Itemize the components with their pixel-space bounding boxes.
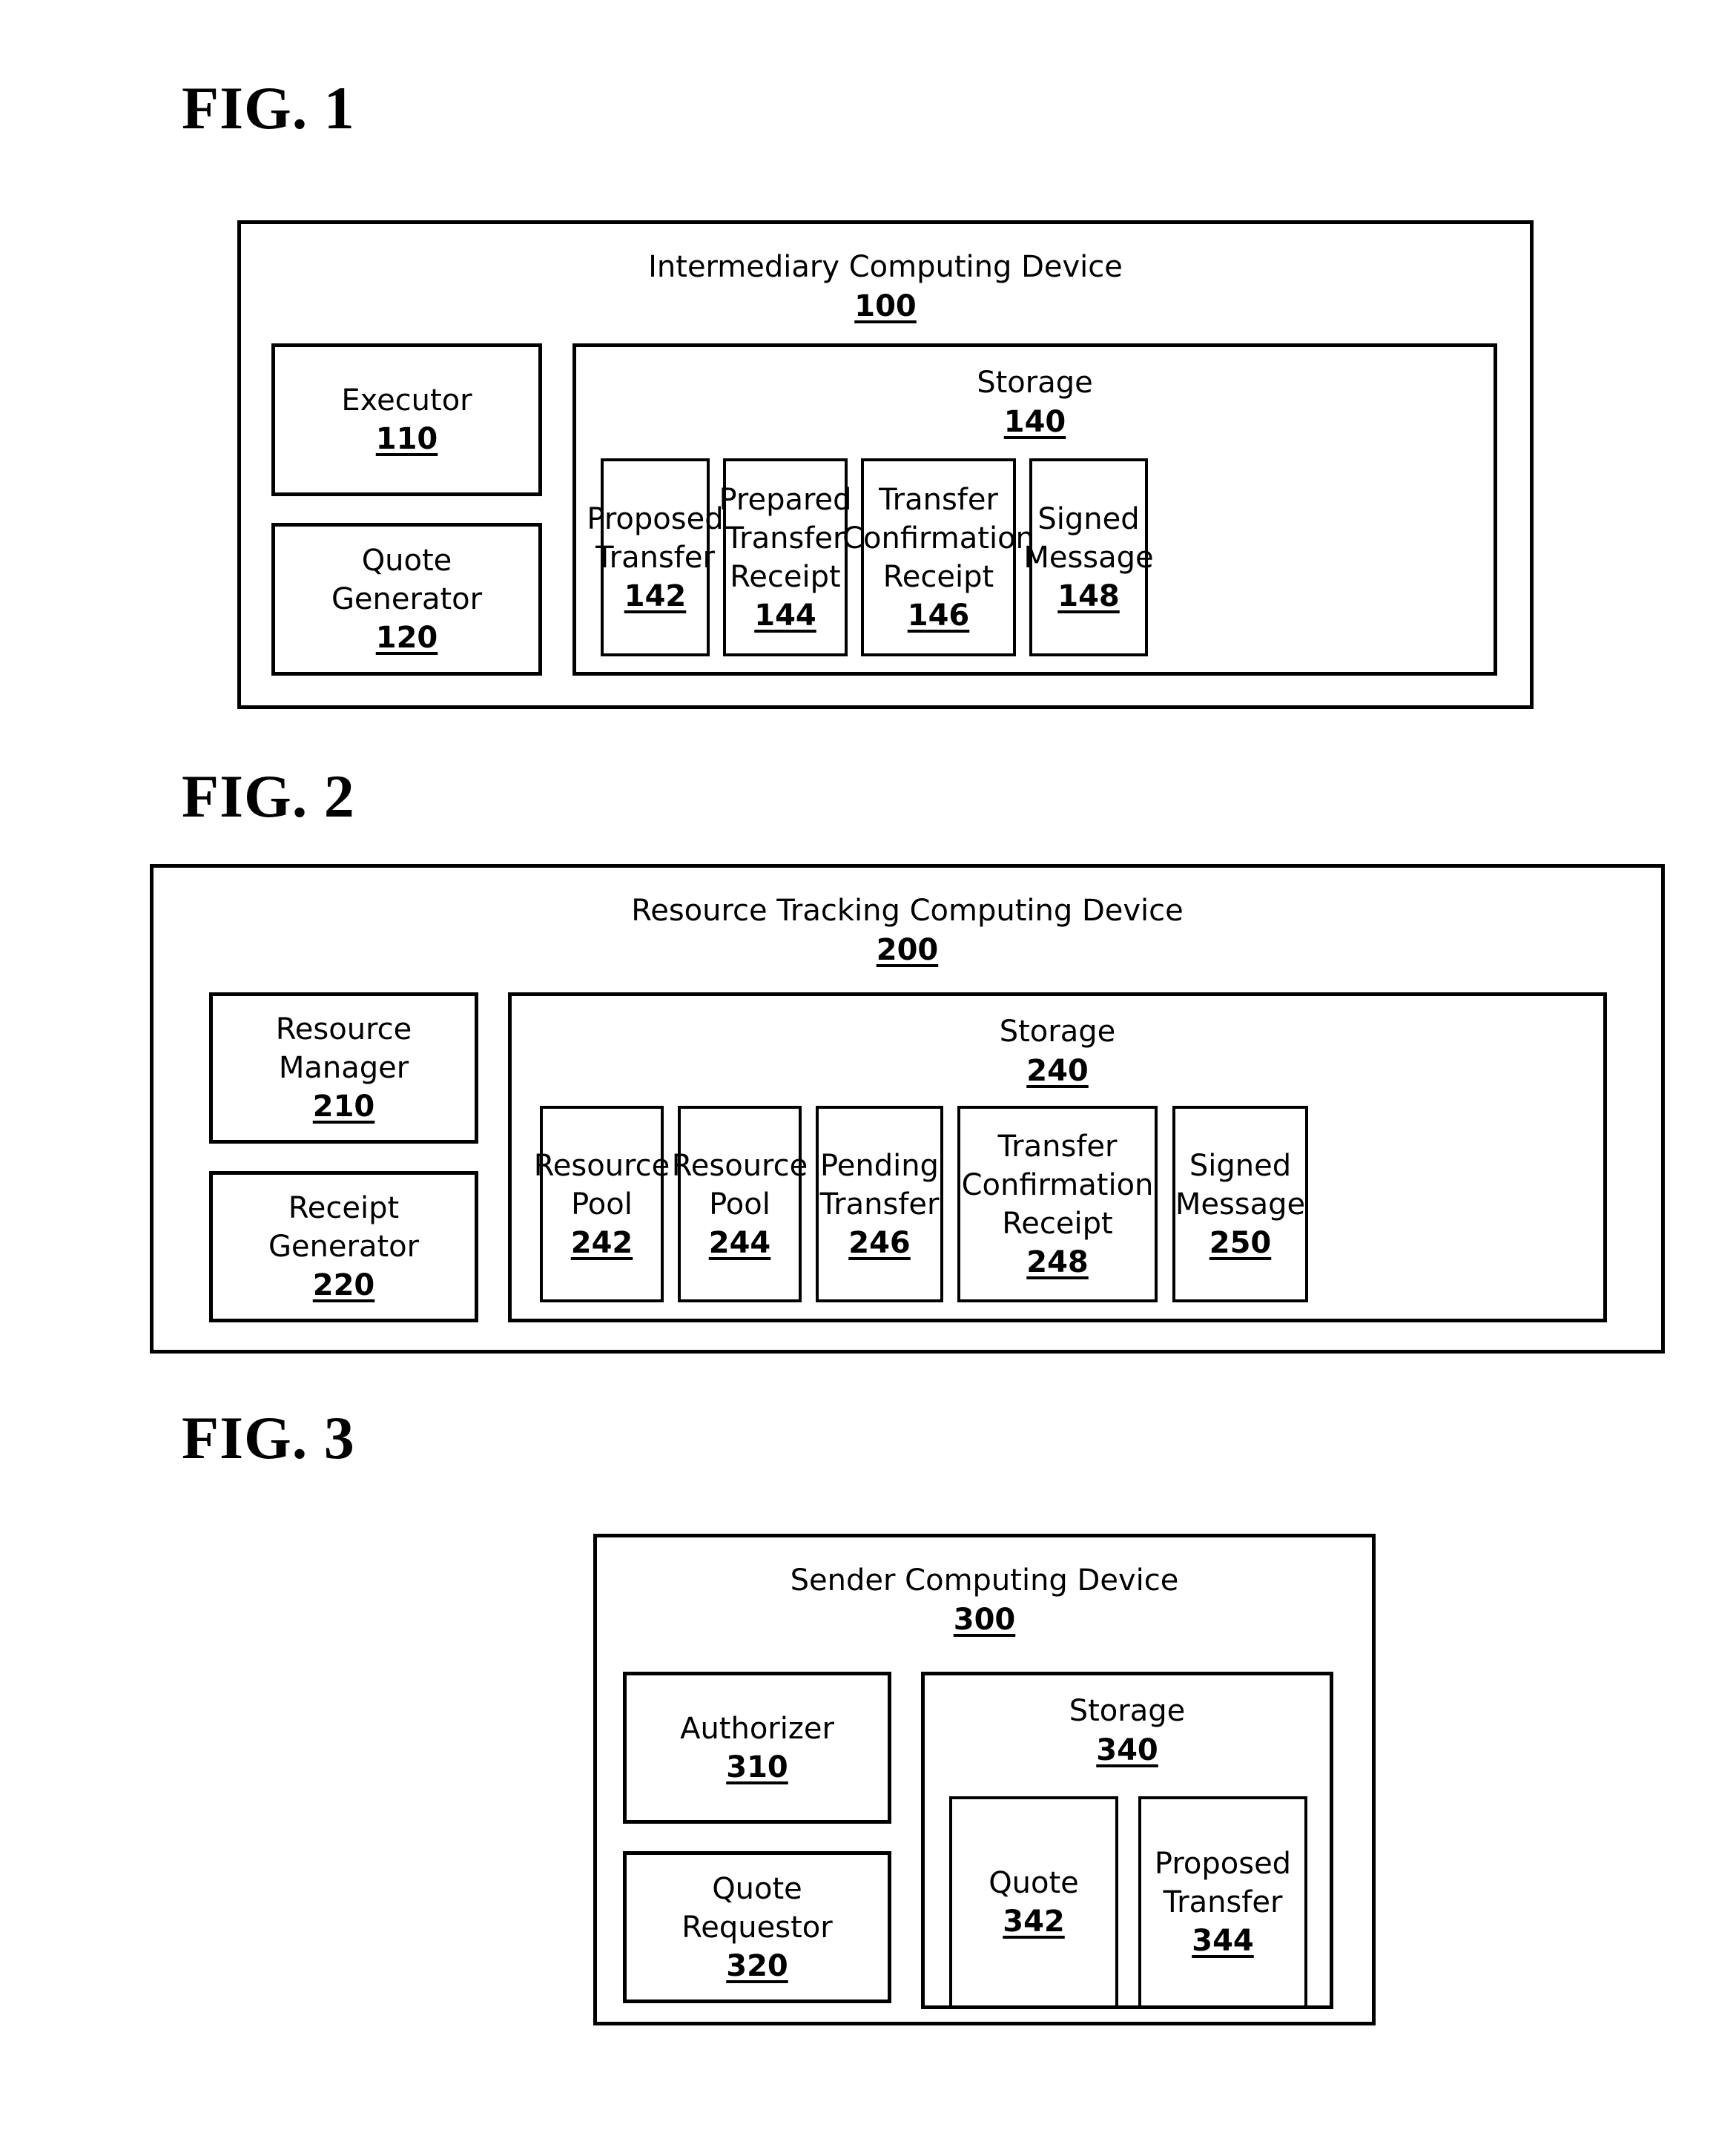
component-ref-numeral: 110 xyxy=(375,422,438,456)
figure-1-storage-item-transfer-confirmation-receipt: Transfer Confirmation Receipt 146 xyxy=(842,458,1034,656)
figure-label-3: FIG. 3 xyxy=(182,1404,355,1471)
storage-item-title: Pending Transfer xyxy=(819,1148,940,1222)
figure-label-1: FIG. 1 xyxy=(182,74,355,142)
storage-item-title: Signed Message xyxy=(1175,1148,1306,1222)
figure-3-storage-item-quote: Quote 342 xyxy=(949,1796,1118,2008)
storage-title-text: Storage xyxy=(1069,1694,1186,1728)
storage-item-title: Proposed Transfer xyxy=(1154,1847,1292,1919)
figure-2-device-title: Resource Tracking Computing Device 200 xyxy=(154,891,1661,970)
storage-item-title: Prepared Transfer Receipt xyxy=(719,482,852,594)
storage-item-ref-numeral: 146 xyxy=(907,598,970,633)
storage-item-content: Proposed Transfer 142 xyxy=(587,461,723,653)
storage-item-ref-numeral: 250 xyxy=(1209,1225,1272,1260)
component-content: Quote Requestor 320 xyxy=(627,1855,888,2000)
figure-2-storage-item-pending-transfer: Pending Transfer 246 xyxy=(816,1106,943,1302)
storage-item-title: Transfer Confirmation Receipt xyxy=(842,482,1034,594)
device-ref-numeral: 300 xyxy=(953,1602,1016,1637)
storage-item-content: Prepared Transfer Receipt 144 xyxy=(719,461,851,653)
figure-1-component-quote-generator: Quote Generator 120 xyxy=(271,523,542,676)
figure-3-component-authorizer: Authorizer 310 xyxy=(623,1672,891,1824)
storage-ref-numeral: 340 xyxy=(1096,1733,1158,1767)
device-ref-numeral: 100 xyxy=(854,289,917,323)
figure-3-storage-item-proposed-transfer: Proposed Transfer 344 xyxy=(1138,1796,1307,2008)
storage-item-content: Resource Pool 244 xyxy=(672,1109,808,1299)
device-title-text: Intermediary Computing Device xyxy=(648,250,1123,284)
component-title: Quote Generator xyxy=(331,544,483,616)
storage-item-title: Proposed Transfer xyxy=(587,501,724,575)
figure-1-storage-container: Storage 140 Proposed Transfer 142 Prepar… xyxy=(572,343,1497,676)
storage-item-ref-numeral: 148 xyxy=(1057,578,1120,613)
component-title: Resource Manager xyxy=(275,1012,412,1085)
component-ref-numeral: 210 xyxy=(312,1089,375,1124)
figure-1-storage-item-prepared-transfer-receipt: Prepared Transfer Receipt 144 xyxy=(719,458,852,656)
component-title: Receipt Generator xyxy=(268,1191,420,1264)
component-ref-numeral: 220 xyxy=(312,1268,375,1302)
component-content: Executor 110 xyxy=(275,347,538,492)
storage-title-text: Storage xyxy=(999,1015,1116,1049)
component-title: Executor xyxy=(341,383,472,418)
storage-item-content: Signed Message 250 xyxy=(1175,1109,1305,1299)
figure-2-storage-item-signed-message: Signed Message 250 xyxy=(1172,1106,1308,1302)
storage-item-ref-numeral: 242 xyxy=(570,1225,633,1260)
storage-item-ref-numeral: 244 xyxy=(708,1225,771,1260)
device-title-text: Resource Tracking Computing Device xyxy=(631,894,1184,928)
storage-item-ref-numeral: 248 xyxy=(1026,1244,1089,1279)
figure-2-component-receipt-generator: Receipt Generator 220 xyxy=(209,1171,478,1322)
figure-3-storage-title: Storage 340 xyxy=(925,1692,1330,1770)
storage-item-title: Quote xyxy=(989,1866,1079,1900)
storage-item-ref-numeral: 344 xyxy=(1192,1924,1254,1958)
component-ref-numeral: 120 xyxy=(375,621,438,655)
storage-ref-numeral: 140 xyxy=(1003,404,1066,439)
figure-1-storage-item-signed-message: Signed Message 148 xyxy=(1023,458,1154,656)
storage-item-title: Resource Pool xyxy=(671,1148,808,1222)
figure-1-storage-title: Storage 140 xyxy=(576,363,1494,442)
component-ref-numeral: 310 xyxy=(726,1750,788,1784)
storage-item-title: Resource Pool xyxy=(533,1148,670,1222)
component-title: Authorizer xyxy=(680,1711,834,1746)
storage-item-ref-numeral: 246 xyxy=(848,1225,911,1260)
storage-item-ref-numeral: 142 xyxy=(624,578,687,613)
storage-title-text: Storage xyxy=(977,366,1093,400)
storage-item-ref-numeral: 342 xyxy=(1003,1905,1065,1939)
component-content: Authorizer 310 xyxy=(627,1675,888,1820)
figure-3-device-container: Sender Computing Device 300 Authorizer 3… xyxy=(593,1534,1376,2025)
figure-1-device-container: Intermediary Computing Device 100 Execut… xyxy=(237,220,1534,709)
component-title: Quote Requestor xyxy=(681,1871,833,1945)
figure-label-2: FIG. 2 xyxy=(182,762,355,830)
storage-item-content: Signed Message 148 xyxy=(1023,461,1153,653)
component-ref-numeral: 320 xyxy=(726,1948,788,1983)
figure-2-storage-item-resource-pool-244: Resource Pool 244 xyxy=(672,1106,808,1302)
figure-2-storage-item-transfer-confirmation-receipt: Transfer Confirmation Receipt 248 xyxy=(957,1106,1158,1302)
storage-item-content: Transfer Confirmation Receipt 146 xyxy=(842,461,1034,653)
storage-item-ref-numeral: 144 xyxy=(754,598,816,633)
storage-item-content: Proposed Transfer 344 xyxy=(1141,1799,1304,2005)
storage-item-content: Resource Pool 242 xyxy=(534,1109,670,1299)
figure-3-component-quote-requestor: Quote Requestor 320 xyxy=(623,1851,891,2003)
component-content: Receipt Generator 220 xyxy=(213,1175,475,1319)
figure-3-storage-container: Storage 340 Quote 342 Proposed Transfer … xyxy=(921,1672,1333,2009)
figure-2-storage-item-resource-pool-242: Resource Pool 242 xyxy=(534,1106,670,1302)
component-content: Quote Generator 120 xyxy=(275,527,538,672)
storage-ref-numeral: 240 xyxy=(1026,1053,1089,1088)
component-content: Resource Manager 210 xyxy=(213,996,475,1140)
figure-3-device-title: Sender Computing Device 300 xyxy=(597,1561,1372,1640)
figure-1-storage-item-proposed-transfer: Proposed Transfer 142 xyxy=(587,458,724,656)
figure-2-storage-title: Storage 240 xyxy=(512,1012,1603,1091)
storage-item-content: Pending Transfer 246 xyxy=(819,1109,940,1299)
figure-2-component-resource-manager: Resource Manager 210 xyxy=(209,992,478,1144)
storage-item-title: Transfer Confirmation Receipt xyxy=(961,1129,1154,1241)
device-ref-numeral: 200 xyxy=(876,932,939,967)
storage-item-content: Quote 342 xyxy=(952,1799,1115,2005)
figure-1-device-title: Intermediary Computing Device 100 xyxy=(241,248,1530,326)
figure-1-component-executor: Executor 110 xyxy=(271,343,542,496)
figure-2-device-container: Resource Tracking Computing Device 200 R… xyxy=(150,864,1665,1354)
storage-item-content: Transfer Confirmation Receipt 248 xyxy=(960,1109,1155,1299)
storage-item-title: Signed Message xyxy=(1023,501,1154,575)
device-title-text: Sender Computing Device xyxy=(790,1563,1179,1598)
figure-2-storage-container: Storage 240 Resource Pool 242 Resource P… xyxy=(508,992,1607,1322)
